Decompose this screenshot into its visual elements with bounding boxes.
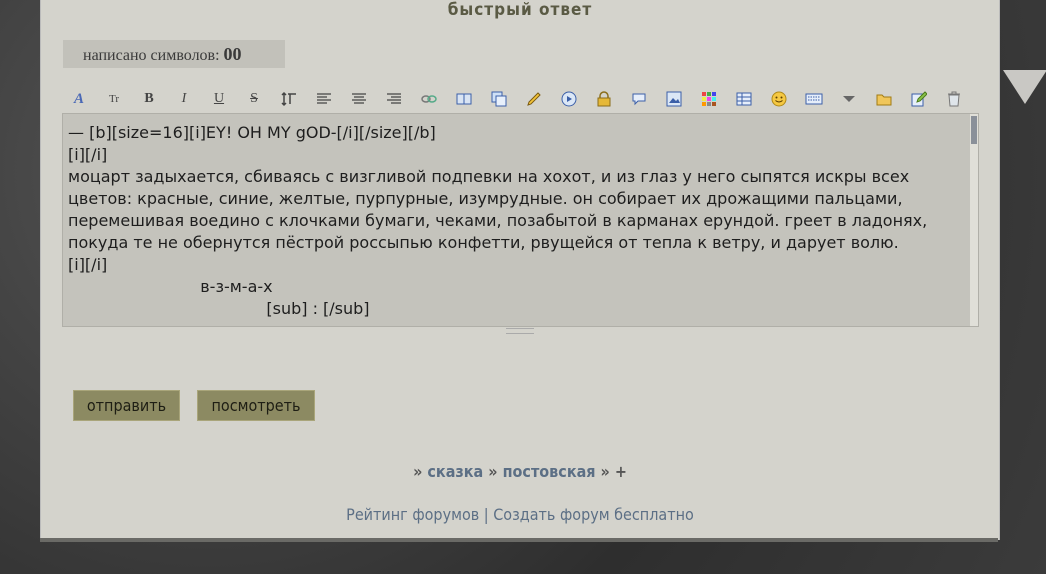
- smiley-icon[interactable]: [769, 88, 789, 110]
- create-forum-link[interactable]: Создать форум бесплатно: [493, 505, 694, 524]
- play-icon[interactable]: [559, 88, 579, 110]
- message-textarea[interactable]: — [b][size=16][i]EY! OH MY gOD-[/i][/siz…: [62, 113, 979, 327]
- breadcrumb-separator: » +: [595, 462, 627, 481]
- panel-bottom-border: [40, 538, 998, 542]
- strike-icon[interactable]: S: [244, 88, 264, 110]
- forum-rating-link[interactable]: Рейтинг форумов: [346, 505, 479, 524]
- link-icon[interactable]: [419, 88, 439, 110]
- dropdown-icon[interactable]: [839, 88, 859, 110]
- breadcrumb-separator: »: [483, 462, 503, 481]
- breadcrumb-link-fairytale[interactable]: сказка: [427, 462, 483, 481]
- preview-button[interactable]: посмотреть: [197, 390, 315, 421]
- table-icon[interactable]: [734, 88, 754, 110]
- copy-icon[interactable]: [489, 88, 509, 110]
- bold-icon[interactable]: B: [139, 88, 159, 110]
- message-text[interactable]: — [b][size=16][i]EY! OH MY gOD-[/i][/siz…: [63, 114, 978, 320]
- font-icon[interactable]: A: [69, 88, 89, 110]
- keyboard-icon[interactable]: [804, 88, 824, 110]
- breadcrumb-separator: »: [413, 462, 428, 481]
- underline-icon[interactable]: U: [209, 88, 229, 110]
- align-right-icon[interactable]: [384, 88, 404, 110]
- submit-button[interactable]: отправить: [73, 390, 180, 421]
- clear-icon[interactable]: [944, 88, 964, 110]
- edit-icon[interactable]: [909, 88, 929, 110]
- size-icon[interactable]: Tr: [104, 88, 124, 110]
- char-counter-value: 00: [223, 44, 242, 64]
- speech-bubble-icon[interactable]: [629, 88, 649, 110]
- editor-scrollbar-thumb[interactable]: [971, 116, 977, 144]
- quick-reply-panel: быстрый ответ написано символов: 00 A Tr…: [40, 0, 1000, 540]
- footer-links: Рейтинг форумов | Создать форум бесплатн…: [41, 505, 999, 524]
- editor-resize-grip[interactable]: [506, 328, 534, 334]
- align-center-icon[interactable]: [349, 88, 369, 110]
- align-left-icon[interactable]: [314, 88, 334, 110]
- italic-icon[interactable]: I: [174, 88, 194, 110]
- char-counter-label: написано символов:: [83, 47, 224, 64]
- quick-reply-title: быстрый ответ: [447, 0, 593, 20]
- image-icon[interactable]: [664, 88, 684, 110]
- breadcrumb: » сказка » постовская » +: [41, 462, 999, 481]
- folder-icon[interactable]: [874, 88, 894, 110]
- line-height-icon[interactable]: [279, 88, 299, 110]
- breadcrumb-link-postovskaya[interactable]: постовская: [503, 462, 596, 481]
- footer-divider: |: [479, 505, 494, 524]
- lock-icon[interactable]: [594, 88, 614, 110]
- scroll-down-arrow-icon[interactable]: [1003, 70, 1046, 104]
- pencil-icon[interactable]: [524, 88, 544, 110]
- book-icon[interactable]: [454, 88, 474, 110]
- editor-scrollbar[interactable]: [970, 114, 978, 326]
- color-icon[interactable]: [699, 88, 719, 110]
- char-counter: написано символов: 00: [63, 40, 285, 68]
